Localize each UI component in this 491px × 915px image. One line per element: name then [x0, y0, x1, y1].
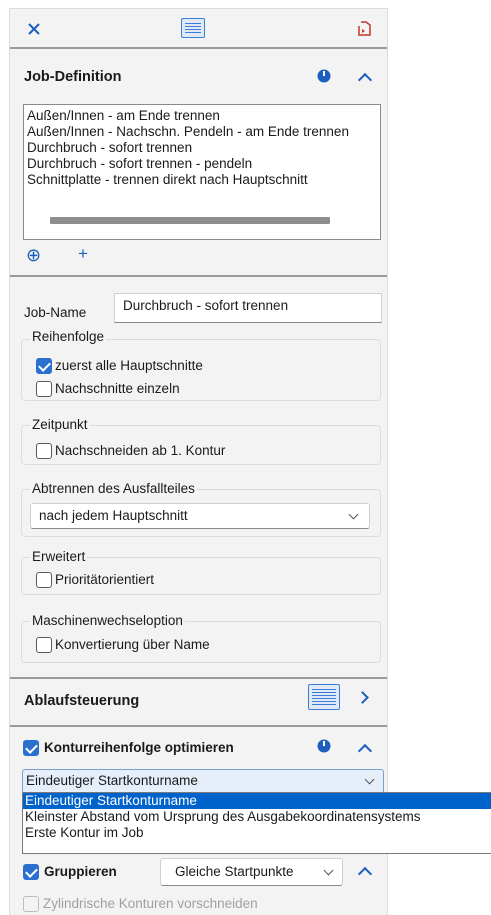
- job-list-items: Außen/Innen - am Ende trennen Außen/Inne…: [27, 108, 349, 188]
- nachschnitte-einzeln-checkbox[interactable]: [36, 381, 52, 397]
- job-name-input[interactable]: Durchbruch - sofort trennen: [114, 293, 382, 323]
- download-icon[interactable]: [317, 739, 331, 753]
- konturreihenfolge-label: Konturreihenfolge optimieren: [44, 740, 234, 755]
- gruppieren-checkbox[interactable]: [23, 864, 39, 880]
- properties-panel: Job-Definition Außen/Innen - am Ende tre…: [9, 8, 388, 915]
- add-icon[interactable]: +: [78, 245, 88, 263]
- chevron-down-icon: [323, 865, 334, 876]
- konturreihenfolge-checkbox[interactable]: [23, 740, 39, 756]
- close-icon[interactable]: [28, 23, 40, 35]
- chevron-down-icon: [348, 509, 359, 520]
- gruppieren-label: Gruppieren: [44, 864, 117, 879]
- dropdown-option[interactable]: Erste Kontur im Job: [23, 825, 491, 841]
- list-item[interactable]: Durchbruch - sofort trennen: [27, 140, 349, 156]
- table-view-icon[interactable]: [181, 18, 205, 38]
- list-item[interactable]: Außen/Innen - am Ende trennen: [27, 108, 349, 124]
- collapse-gruppieren-icon[interactable]: [357, 866, 373, 882]
- nachschnitte-einzeln-label: Nachschnitte einzeln: [55, 381, 180, 396]
- gruppieren-select-value: Gleiche Startpunkte: [175, 864, 294, 879]
- collapse-job-definition-icon[interactable]: [357, 72, 373, 88]
- collapse-konturreihenfolge-icon[interactable]: [357, 743, 373, 759]
- zuerst-alle-hauptschnitte-label: zuerst alle Hauptschnitte: [55, 358, 203, 373]
- dropdown-option[interactable]: Eindeutiger Startkonturname: [23, 793, 491, 809]
- toolbar: [10, 9, 387, 49]
- list-item[interactable]: Durchbruch - sofort trennen - pendeln: [27, 156, 349, 172]
- nachschneiden-checkbox[interactable]: [36, 443, 52, 459]
- abtrennen-select[interactable]: nach jedem Hauptschnitt: [30, 503, 370, 529]
- chevron-right-icon[interactable]: [356, 691, 369, 704]
- maschinenwechsel-legend: Maschinenwechseloption: [30, 613, 185, 628]
- erweitert-legend: Erweitert: [30, 549, 88, 564]
- horizontal-scrollbar[interactable]: [50, 217, 330, 224]
- konturreihenfolge-select[interactable]: Eindeutiger Startkonturname: [22, 769, 384, 794]
- job-list[interactable]: Außen/Innen - am Ende trennen Außen/Inne…: [23, 104, 381, 240]
- zuerst-alle-hauptschnitte-checkbox[interactable]: [36, 358, 52, 374]
- abtrennen-legend: Abtrennen des Ausfallteiles: [30, 481, 197, 496]
- divider: [10, 275, 387, 277]
- dropdown-option[interactable]: Kleinster Abstand vom Ursprung des Ausga…: [23, 809, 491, 825]
- chevron-down-icon: [364, 774, 375, 785]
- reihenfolge-legend: Reihenfolge: [30, 329, 107, 344]
- konvertierung-checkbox[interactable]: [36, 637, 52, 653]
- zeitpunkt-legend: Zeitpunkt: [30, 417, 90, 432]
- job-definition-title: Job-Definition: [24, 69, 122, 85]
- konturreihenfolge-dropdown: Eindeutiger Startkonturname Kleinster Ab…: [22, 792, 491, 854]
- zylindrisch-label: Zylindrische Konturen vorschneiden: [43, 896, 258, 911]
- divider: [10, 725, 387, 727]
- list-item[interactable]: Außen/Innen - Nachschn. Pendeln - am End…: [27, 124, 349, 140]
- zylindrisch-checkbox[interactable]: [23, 896, 39, 912]
- gruppieren-select[interactable]: Gleiche Startpunkte: [160, 858, 343, 886]
- konvertierung-label: Konvertierung über Name: [55, 637, 210, 652]
- divider: [10, 677, 387, 679]
- export-icon[interactable]: [356, 21, 372, 37]
- table-view-icon[interactable]: [308, 684, 340, 710]
- prioritaetorientiert-checkbox[interactable]: [36, 572, 52, 588]
- list-item[interactable]: Schnittplatte - trennen direkt nach Haup…: [27, 172, 349, 188]
- prioritaetorientiert-label: Prioritätorientiert: [55, 572, 155, 587]
- abtrennen-select-value: nach jedem Hauptschnitt: [39, 508, 188, 523]
- job-name-label: Job-Name: [24, 305, 87, 320]
- download-icon[interactable]: [317, 69, 331, 83]
- nachschneiden-label: Nachschneiden ab 1. Kontur: [55, 443, 226, 458]
- konturreihenfolge-select-value: Eindeutiger Startkonturname: [26, 773, 198, 788]
- add-circle-icon[interactable]: ⊕: [26, 246, 41, 264]
- ablaufsteuerung-title: Ablaufsteuerung: [24, 693, 140, 709]
